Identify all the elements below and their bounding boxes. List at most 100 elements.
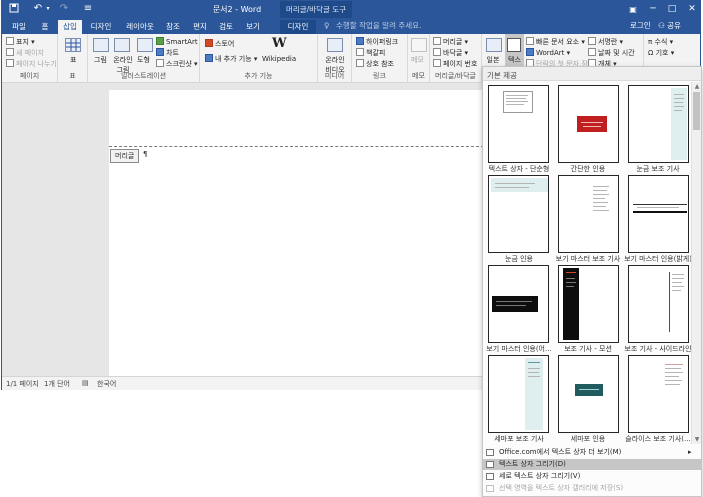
gallery-item-grid-sidebar[interactable]: [628, 85, 689, 163]
page-number-button[interactable]: 페이지 번호: [433, 59, 477, 69]
redo-icon[interactable]: ↷: [58, 3, 70, 15]
undo-dropdown-icon[interactable]: ▾: [42, 3, 54, 15]
minimize-button[interactable]: ─: [646, 3, 660, 16]
page-break-label: 페이지 나누기: [16, 60, 57, 68]
more-textboxes-label: Office.com에서 텍스트 상자 더 보기(M): [499, 448, 622, 456]
hyperlink-button[interactable]: 하이퍼링크: [356, 37, 398, 47]
language-indicator[interactable]: 한국어: [97, 379, 116, 389]
smartart-button[interactable]: SmartArt: [156, 37, 198, 46]
tab-references[interactable]: 참조: [162, 20, 184, 34]
gallery-item-simple-quote[interactable]: [558, 85, 619, 163]
screenshot-button[interactable]: 스크린샷 ▾: [156, 59, 198, 69]
document-page[interactable]: 머리글 ¶: [109, 90, 484, 376]
wordart-label: WordArt: [536, 49, 565, 57]
cross-reference-button[interactable]: 상호 참조: [356, 59, 394, 69]
preview-band: [633, 204, 687, 213]
tab-layout[interactable]: 레이아웃: [120, 20, 160, 34]
signature-label: 서명란: [598, 38, 618, 46]
gallery-item-grid-quote[interactable]: [488, 175, 549, 253]
scroll-up-icon[interactable]: ▲: [692, 82, 702, 91]
online-pictures-icon: [114, 38, 130, 52]
symbol-button[interactable]: Ω 기호 ▾: [648, 48, 674, 58]
pictures-icon: [93, 38, 109, 52]
ribbon-display-options-button[interactable]: ▣: [626, 3, 640, 16]
preview-dark-box: [492, 296, 538, 312]
pictures-button[interactable]: 그림: [94, 55, 107, 65]
share-button[interactable]: ⚇ 공유: [658, 19, 681, 33]
page-count[interactable]: 1/1 페이지: [6, 379, 39, 389]
document-canvas: 머리글 ¶: [2, 83, 484, 376]
gallery-caption: 보기 마스터 인용(밝게): [624, 255, 692, 263]
maximize-button[interactable]: □: [665, 3, 679, 16]
proofing-icon[interactable]: ▤: [82, 379, 89, 387]
blank-page-button[interactable]: 새 페이지: [6, 48, 44, 58]
close-button[interactable]: ✕: [685, 3, 699, 16]
gallery-item-semaphore-quote[interactable]: [558, 355, 619, 433]
group-comments: 메모 메모: [408, 34, 430, 83]
scroll-thumb[interactable]: [693, 92, 700, 130]
store-label: 스토어: [215, 40, 235, 48]
gallery-item-sidebar-sideline[interactable]: [628, 265, 689, 343]
tab-insert[interactable]: 삽입: [58, 20, 82, 34]
table-button[interactable]: 표: [70, 55, 76, 65]
draw-vertical-textbox-item[interactable]: 세로 텍스트 상자 그리기(V): [483, 471, 701, 482]
draw-vertical-textbox-label: 세로 텍스트 상자 그리기(V): [499, 472, 581, 480]
tab-file[interactable]: 파일: [7, 20, 31, 34]
save-icon[interactable]: [8, 3, 20, 15]
gallery-item-view-master-sidebar[interactable]: [558, 175, 619, 253]
draw-textbox-label: 텍스트 상자 그리기(D): [499, 460, 566, 468]
footer-button[interactable]: 바닥글 ▾: [433, 48, 468, 58]
gallery-item-simple-textbox[interactable]: [488, 85, 549, 163]
tab-design[interactable]: 디자인: [86, 20, 116, 34]
sign-in-link[interactable]: 로그인: [630, 19, 651, 33]
gallery-item-sidebar-motion[interactable]: [558, 265, 619, 343]
wordart-icon: [526, 48, 534, 56]
gallery-caption: 보기 마스터 인용(어...: [486, 345, 552, 353]
datetime-button[interactable]: 날짜 및 시간: [588, 48, 635, 58]
tell-me-box[interactable]: 수행할 작업을 알려 주세요.: [336, 19, 421, 33]
quick-parts-button[interactable]: 빠른 문서 요소 ▾: [526, 37, 585, 47]
gallery-item-view-master-quote-light[interactable]: [628, 175, 689, 253]
cover-page-button[interactable]: 표지 ▾: [6, 37, 35, 47]
group-header-footer: 머리글 ▾ 바닥글 ▾ 페이지 번호 머리글/바닥글: [430, 34, 482, 83]
omega-icon: Ω: [648, 49, 656, 57]
wordart-button[interactable]: WordArt ▾: [526, 48, 570, 57]
draw-textbox-item[interactable]: 텍스트 상자 그리기(D): [483, 459, 701, 470]
scroll-down-icon[interactable]: ▼: [692, 435, 702, 444]
wikipedia-button[interactable]: Wikipedia: [262, 55, 296, 63]
tab-home[interactable]: 홈: [36, 20, 54, 34]
cross-reference-icon: [356, 59, 364, 67]
bookmark-button[interactable]: 책갈피: [356, 48, 385, 58]
customize-qat-icon[interactable]: ≡: [82, 3, 94, 15]
page-break-button[interactable]: 페이지 나누기: [6, 59, 57, 69]
tab-mailings[interactable]: 편지: [189, 20, 211, 34]
save-selection-icon: [486, 485, 494, 492]
group-pages: 표지 ▾ 새 페이지 페이지 나누기 페이지: [2, 34, 58, 83]
store-button[interactable]: 스토어: [205, 39, 234, 49]
more-textboxes-item[interactable]: Office.com에서 텍스트 상자 더 보기(M) ▸: [483, 447, 701, 458]
header-button[interactable]: 머리글 ▾: [433, 37, 468, 47]
my-addins-button[interactable]: 내 추가 기능 ▾: [205, 54, 257, 64]
gallery-scrollbar[interactable]: ▲ ▼: [691, 82, 701, 444]
gallery-item-view-master-quote-dark[interactable]: [488, 265, 549, 343]
tab-view[interactable]: 보기: [242, 20, 264, 34]
status-bar: 1/1 페이지 1개 단어 ▤ 한국어: [2, 376, 484, 390]
signature-line-button[interactable]: 서명란 ▾: [588, 37, 623, 47]
gallery-caption: 세마포 인용: [570, 435, 606, 443]
gallery-item-semaphore-sidebar[interactable]: [488, 355, 549, 433]
word-count[interactable]: 1개 단어: [44, 379, 70, 389]
equation-button[interactable]: π 수식 ▾: [648, 37, 673, 47]
gallery-caption: 텍스트 상자 - 단순형: [488, 165, 550, 173]
office-web-icon: [486, 449, 494, 456]
save-selection-item[interactable]: 선택 영역을 텍스트 상자 갤러리에 저장(S): [483, 483, 701, 494]
tab-header-footer-design[interactable]: 디자인: [280, 20, 316, 34]
footer-icon: [433, 48, 441, 56]
shapes-button[interactable]: 도형: [137, 55, 150, 65]
tab-review[interactable]: 검토: [215, 20, 237, 34]
screenshot-label: 스크린샷: [166, 60, 192, 68]
comment-button[interactable]: 메모: [411, 55, 424, 65]
gallery-item-slice-sidebar[interactable]: [628, 355, 689, 433]
chart-icon: [156, 48, 164, 56]
chart-button[interactable]: 차트: [156, 48, 179, 58]
quick-parts-label: 빠른 문서 요소: [536, 38, 580, 46]
